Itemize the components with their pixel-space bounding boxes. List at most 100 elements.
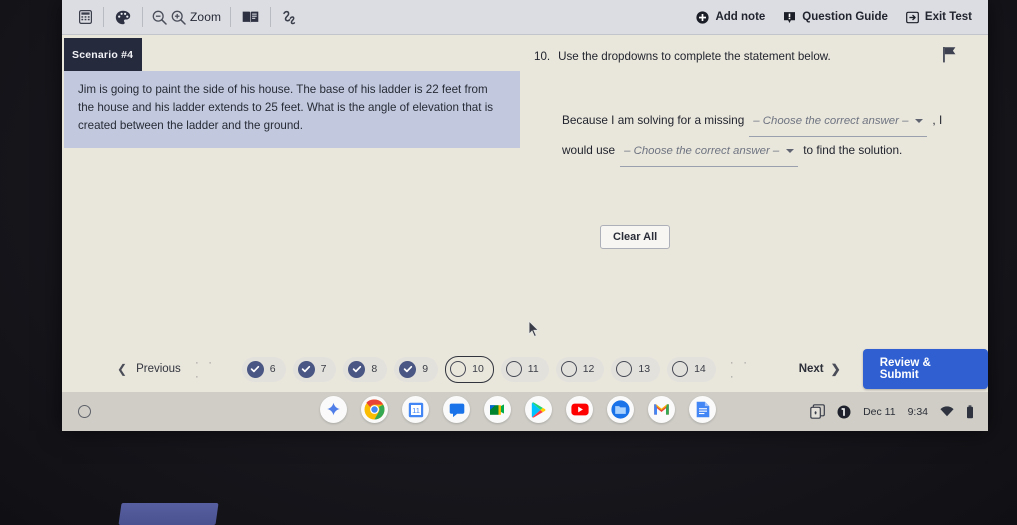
statement-part-3: would use bbox=[562, 143, 616, 157]
empty-circle-icon bbox=[672, 361, 689, 377]
desk-reflection bbox=[118, 503, 219, 525]
zoom-controls: Zoom bbox=[143, 0, 230, 34]
chat-icon[interactable] bbox=[443, 396, 470, 423]
gmail-icon[interactable] bbox=[648, 396, 675, 423]
docs-icon[interactable] bbox=[689, 396, 716, 423]
question-pill-number: 13 bbox=[638, 363, 651, 375]
question-pill-10[interactable]: 10 bbox=[445, 355, 494, 383]
gemini-icon[interactable] bbox=[320, 396, 347, 423]
shelf-date[interactable]: Dec 11 bbox=[863, 406, 896, 418]
add-note-label: Add note bbox=[715, 11, 766, 23]
question-navigation: ❮ Previous · · · 6 7 8 9 10 11 12 13 14 · · · Ne… bbox=[62, 349, 988, 389]
zoom-out-icon[interactable] bbox=[152, 10, 167, 25]
question-pill-number: 11 bbox=[527, 363, 539, 375]
calculator-tool-button[interactable] bbox=[68, 0, 103, 34]
statement-part-4: to find the solution. bbox=[803, 143, 903, 157]
empty-circle-icon bbox=[560, 361, 577, 377]
chromeos-shelf: 11 Dec 11 9:34 bbox=[62, 392, 988, 431]
launcher-circle-icon[interactable] bbox=[78, 405, 91, 418]
question-statement: Because I am solving for a missing – Cho… bbox=[534, 107, 974, 167]
youtube-icon[interactable] bbox=[566, 396, 593, 423]
chrome-icon[interactable] bbox=[361, 396, 388, 423]
check-icon bbox=[348, 360, 366, 378]
shelf-app-list: 11 bbox=[320, 396, 716, 423]
next-label: Next bbox=[798, 363, 824, 375]
meet-icon[interactable] bbox=[484, 396, 511, 423]
palette-icon bbox=[115, 10, 131, 25]
dropdown-missing-value-text: – Choose the correct answer – bbox=[753, 115, 909, 127]
empty-circle-icon bbox=[616, 361, 633, 377]
question-pill-8[interactable]: 8 bbox=[343, 356, 388, 382]
question-number: 10. bbox=[534, 50, 551, 63]
dictionary-icon bbox=[242, 10, 259, 24]
question-pill-number: 8 bbox=[371, 363, 378, 375]
chevron-right-icon: ❯ bbox=[830, 362, 841, 376]
check-icon bbox=[399, 360, 417, 378]
empty-circle-icon bbox=[450, 361, 467, 377]
question-pill-14[interactable]: 14 bbox=[667, 356, 716, 382]
previous-label: Previous bbox=[136, 363, 181, 375]
statement-line-1: Because I am solving for a missing – Cho… bbox=[562, 107, 974, 137]
color-contrast-tool-button[interactable] bbox=[104, 0, 142, 34]
question-pill-6[interactable]: 6 bbox=[241, 356, 286, 382]
battery-icon[interactable] bbox=[966, 404, 974, 419]
check-icon bbox=[297, 360, 315, 378]
next-button[interactable]: Next ❯ bbox=[799, 362, 841, 376]
shelf-time[interactable]: 9:34 bbox=[908, 406, 928, 418]
plus-circle-icon bbox=[696, 10, 710, 24]
exit-test-button[interactable]: Exit Test bbox=[906, 0, 972, 34]
notification-badge-icon[interactable] bbox=[837, 405, 851, 419]
dropdown-missing-value[interactable]: – Choose the correct answer – bbox=[749, 108, 928, 137]
question-prompt: Use the dropdowns to complete the statem… bbox=[558, 50, 831, 63]
screen-capture-icon[interactable] bbox=[810, 404, 825, 419]
exit-icon bbox=[906, 11, 919, 24]
scenario-body: Jim is going to paint the side of his ho… bbox=[64, 71, 520, 148]
question-pill-number: 6 bbox=[269, 363, 276, 375]
question-panel: 10. Use the dropdowns to complete the st… bbox=[534, 50, 974, 167]
dictionary-tool-button[interactable] bbox=[231, 0, 270, 34]
review-and-submit-button[interactable]: Review & Submit bbox=[862, 349, 988, 389]
previous-button[interactable]: ❮ Previous bbox=[117, 362, 181, 376]
question-pill-13[interactable]: 13 bbox=[611, 356, 661, 382]
zoom-in-icon[interactable] bbox=[171, 10, 186, 25]
clear-all-button[interactable]: Clear All bbox=[600, 225, 671, 249]
chevron-down-icon bbox=[786, 149, 795, 153]
calculator-icon bbox=[79, 10, 92, 24]
leading-ellipsis: · · · bbox=[194, 355, 216, 383]
line-reader-tool-button[interactable] bbox=[271, 0, 310, 34]
add-note-button[interactable]: Add note bbox=[696, 0, 765, 34]
system-tray: Dec 11 9:34 bbox=[810, 392, 974, 431]
exit-test-label: Exit Test bbox=[924, 11, 972, 23]
test-toolbar: Zoom Add note Question Guide Exit Test bbox=[62, 0, 988, 35]
question-pill-number: 12 bbox=[582, 363, 595, 375]
laptop-screen: Zoom Add note Question Guide Exit Test S… bbox=[62, 0, 988, 431]
scenario-tab[interactable]: Scenario #4 bbox=[64, 38, 142, 71]
question-pill-list: 6 7 8 9 10 11 12 13 14 bbox=[241, 355, 716, 383]
chevron-left-icon: ❮ bbox=[117, 362, 128, 376]
question-pill-number: 14 bbox=[694, 363, 706, 375]
files-icon[interactable] bbox=[607, 396, 634, 423]
question-heading: 10. Use the dropdowns to complete the st… bbox=[534, 50, 974, 63]
svg-text:11: 11 bbox=[412, 406, 420, 415]
question-guide-button[interactable]: Question Guide bbox=[783, 0, 888, 34]
question-pill-number: 10 bbox=[472, 363, 484, 375]
calendar-icon[interactable]: 11 bbox=[402, 396, 429, 423]
trailing-ellipsis: · · · bbox=[729, 355, 751, 383]
wifi-icon[interactable] bbox=[940, 406, 954, 417]
toolbar-actions: Add note Question Guide Exit Test bbox=[696, 0, 988, 34]
toolbar-tools: Zoom bbox=[62, 0, 310, 34]
question-pill-number: 9 bbox=[422, 363, 429, 375]
question-pill-11[interactable]: 11 bbox=[500, 356, 549, 382]
empty-circle-icon bbox=[505, 361, 522, 377]
scenario-tab-label: Scenario #4 bbox=[72, 48, 134, 61]
question-pill-9[interactable]: 9 bbox=[394, 356, 439, 382]
play-store-icon[interactable] bbox=[525, 396, 552, 423]
dropdown-method[interactable]: – Choose the correct answer – bbox=[620, 138, 799, 167]
question-pill-12[interactable]: 12 bbox=[555, 356, 605, 382]
question-pill-number: 7 bbox=[320, 363, 327, 375]
question-guide-label: Question Guide bbox=[802, 11, 888, 23]
chevron-down-icon bbox=[915, 119, 924, 123]
check-icon bbox=[246, 360, 264, 378]
line-reader-icon bbox=[282, 10, 299, 25]
question-pill-7[interactable]: 7 bbox=[292, 356, 337, 382]
